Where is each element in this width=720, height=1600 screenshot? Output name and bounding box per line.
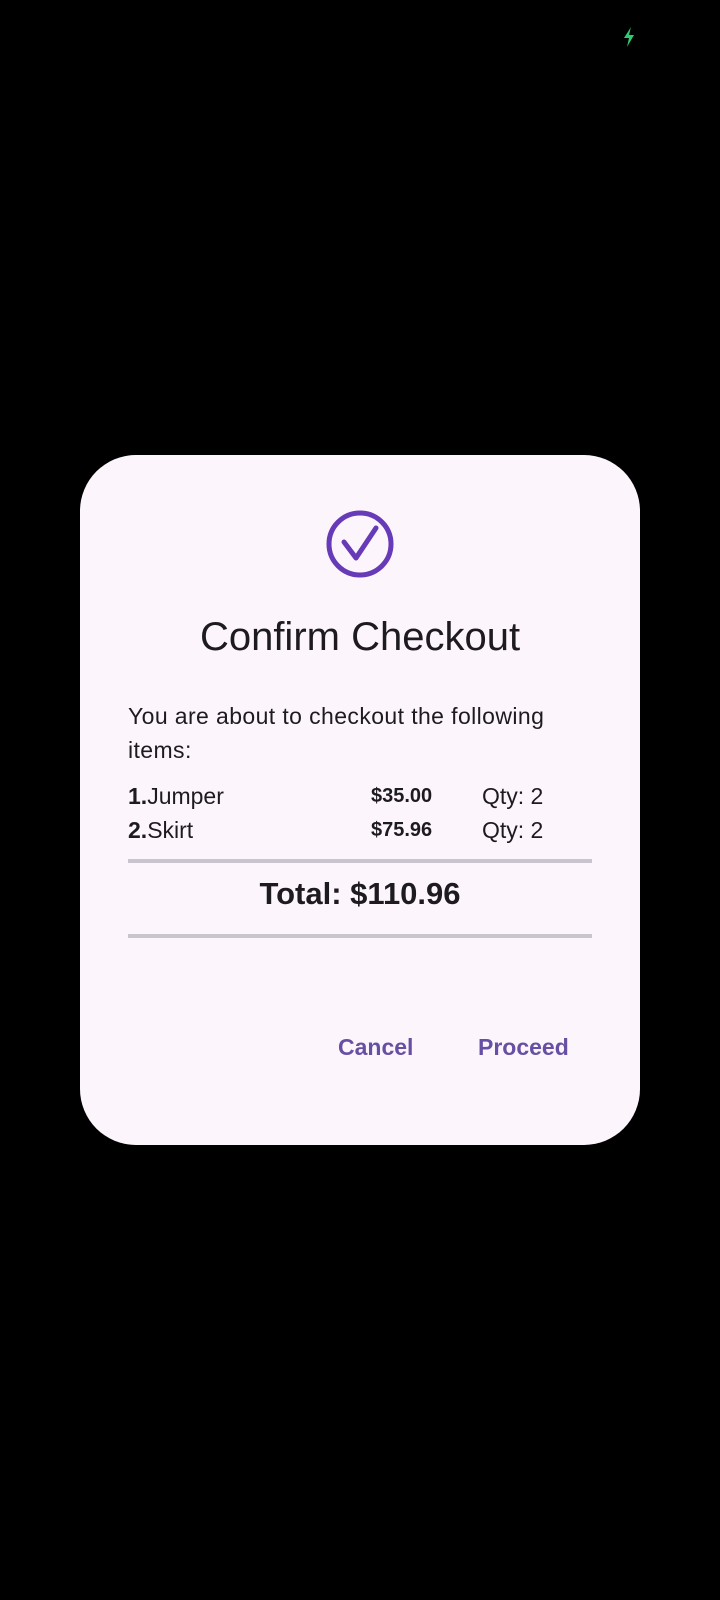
dialog-title: Confirm Checkout (199, 615, 521, 659)
dialog-message: You are about to checkout the following … (128, 703, 545, 763)
checkout-dialog: Confirm Checkout You are about to checko… (80, 455, 640, 1145)
battery-charging-icon (624, 27, 634, 47)
divider-top (128, 859, 592, 863)
item-label: Skirt (147, 817, 194, 843)
item-label: Jumper (147, 783, 224, 809)
item-qty: Qty: 2 (482, 783, 544, 809)
check-circle-icon (326, 510, 394, 578)
item-number: 2. (128, 817, 148, 843)
screen: Confirm Checkout You are about to checko… (0, 0, 720, 1600)
total-amount: Total: $110.96 (259, 876, 461, 911)
item-number: 1. (128, 783, 148, 809)
item-name: 1.Jumper (128, 779, 224, 813)
proceed-button[interactable]: Proceed (466, 1023, 581, 1071)
item-price: $35.00 (371, 785, 433, 807)
list-item: 2.Skirt $75.96 Qty: 2 (128, 813, 592, 847)
divider-bottom (128, 934, 592, 938)
item-price: $75.96 (371, 819, 433, 841)
list-item: 1.Jumper $35.00 Qty: 2 (128, 779, 592, 813)
cancel-button[interactable]: Cancel (326, 1023, 425, 1071)
status-bar (0, 0, 720, 72)
item-qty: Qty: 2 (482, 817, 544, 843)
item-name: 2.Skirt (128, 813, 193, 847)
